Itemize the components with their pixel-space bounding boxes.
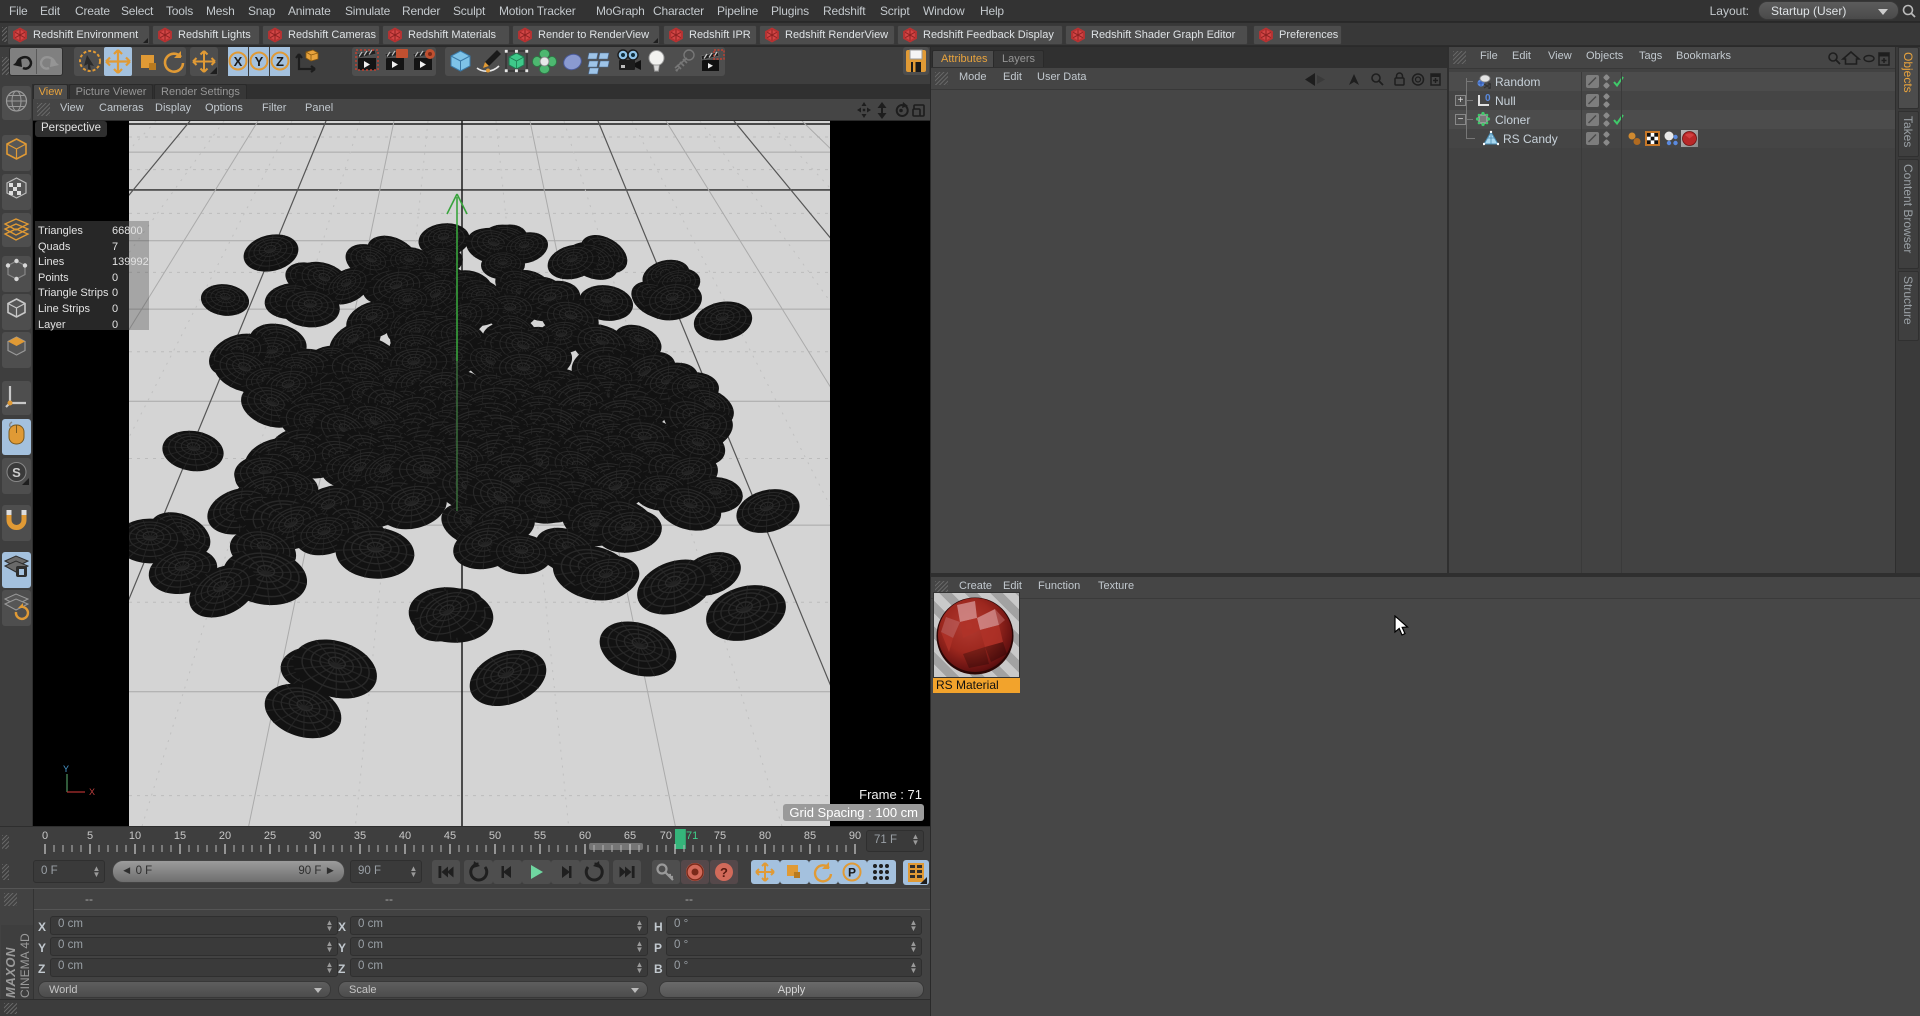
- svg-text:70: 70: [660, 830, 672, 842]
- svg-text:Y: Y: [63, 764, 69, 774]
- svg-text:55: 55: [534, 830, 546, 842]
- svg-text:45: 45: [444, 830, 456, 842]
- svg-text:90: 90: [849, 830, 861, 842]
- svg-text:0: 0: [1485, 93, 1491, 104]
- svg-text:71: 71: [686, 830, 698, 842]
- svg-text:30: 30: [309, 830, 321, 842]
- svg-text:25: 25: [264, 830, 276, 842]
- svg-text:15: 15: [174, 830, 186, 842]
- svg-text:Z: Z: [276, 54, 284, 69]
- svg-text:Y: Y: [255, 54, 264, 69]
- svg-text:35: 35: [354, 830, 366, 842]
- svg-text:50: 50: [489, 830, 501, 842]
- svg-text:60: 60: [579, 830, 591, 842]
- svg-text:X: X: [234, 54, 243, 69]
- svg-text:S: S: [12, 465, 21, 480]
- svg-text:65: 65: [624, 830, 636, 842]
- svg-text:75: 75: [714, 830, 726, 842]
- svg-text:0: 0: [42, 830, 48, 842]
- svg-text:80: 80: [759, 830, 771, 842]
- svg-text:40: 40: [399, 830, 411, 842]
- svg-text:10: 10: [129, 830, 141, 842]
- svg-text:P: P: [848, 866, 856, 880]
- svg-text:?: ?: [720, 865, 728, 880]
- svg-text:20: 20: [219, 830, 231, 842]
- svg-text:85: 85: [804, 830, 816, 842]
- svg-text:X: X: [89, 787, 95, 797]
- svg-text:5: 5: [87, 830, 93, 842]
